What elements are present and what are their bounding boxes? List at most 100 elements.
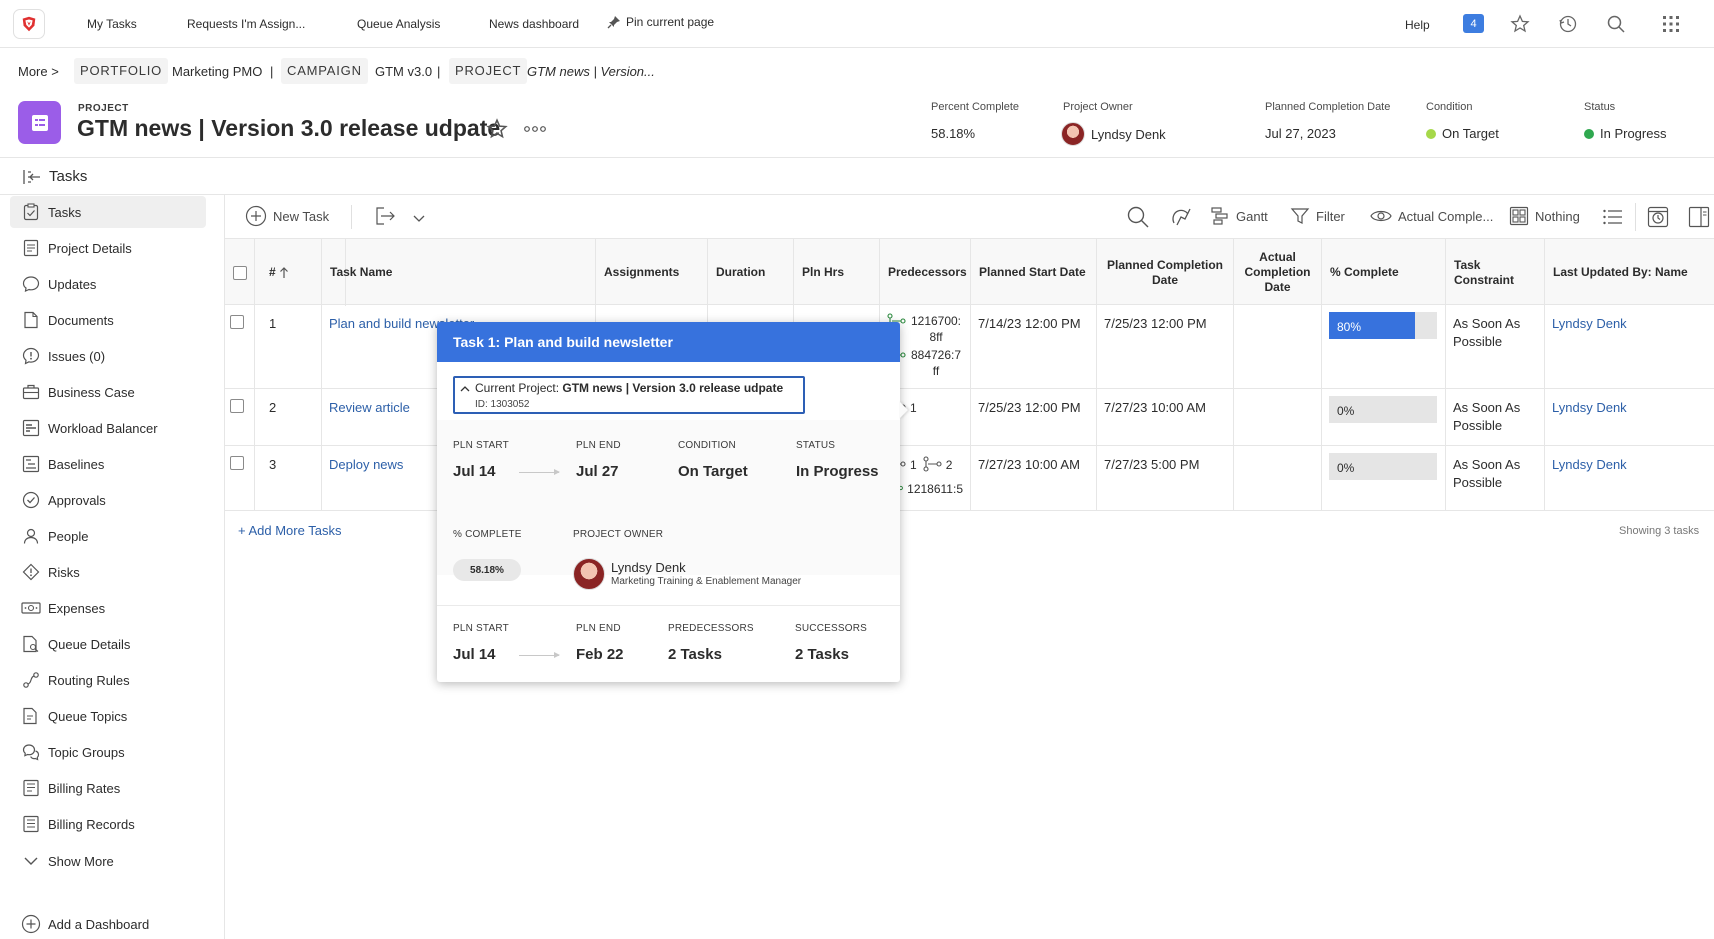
breadcrumb-more[interactable]: More > — [18, 64, 59, 79]
sidebar-item-workload-balancer[interactable]: Workload Balancer — [10, 412, 206, 444]
progress-bar: 0% — [1329, 453, 1437, 480]
filter-button[interactable]: Filter — [1290, 206, 1345, 226]
search-tasks-icon[interactable] — [1126, 205, 1150, 229]
pin-current-page[interactable]: Pin current page — [607, 15, 714, 29]
export-dropdown-chevron-icon[interactable] — [413, 215, 425, 223]
add-more-tasks-link[interactable]: + Add More Tasks — [238, 523, 341, 538]
sidebar-item-tasks[interactable]: Tasks — [10, 196, 206, 228]
column-header-planned-completion[interactable]: Planned Completion Date — [1097, 239, 1234, 306]
last-updated-link[interactable]: Lyndsy Denk — [1545, 389, 1714, 445]
workload-icon — [20, 417, 42, 439]
planned-completion-label: Planned Completion Date — [1265, 101, 1391, 113]
pln-end-label: PLN END — [576, 440, 621, 451]
export-button[interactable] — [375, 206, 397, 226]
more-options-icon[interactable] — [524, 124, 546, 134]
sidebar-item-project-details[interactable]: Project Details — [10, 232, 206, 264]
condition-value: On Target — [1426, 126, 1499, 141]
predecessor-item[interactable]: 2 — [923, 456, 952, 474]
column-header-last-updated[interactable]: Last Updated By: Name — [1545, 239, 1714, 306]
chevron-up-icon — [460, 386, 470, 392]
help-link[interactable]: Help — [1405, 18, 1430, 32]
nav-queue-analysis[interactable]: Queue Analysis — [357, 17, 440, 31]
pct-complete-cell[interactable]: 80% — [1322, 305, 1446, 388]
breadcrumb-project[interactable]: GTM news | Version... — [527, 64, 655, 79]
nav-news-dashboard[interactable]: News dashboard — [489, 17, 579, 31]
row-checkbox[interactable] — [230, 399, 244, 413]
hover-card-pointer — [899, 401, 908, 419]
dependency-icon — [923, 456, 942, 472]
sidebar-item-billing-rates[interactable]: Billing Rates — [10, 772, 206, 804]
collapse-panel-icon[interactable] — [23, 169, 41, 185]
last-updated-link[interactable]: Lyndsy Denk — [1545, 446, 1714, 510]
sidebar-item-baselines[interactable]: Baselines — [10, 448, 206, 480]
status-value: In Progress — [1584, 126, 1666, 141]
list-view-icon[interactable] — [1602, 207, 1624, 227]
app-logo[interactable] — [13, 9, 45, 39]
history-icon[interactable] — [1558, 14, 1578, 34]
sidebar-item-billing-records[interactable]: Billing Records — [10, 808, 206, 840]
percent-complete-value: 58.18% — [931, 126, 976, 141]
condition-dot — [1426, 128, 1436, 139]
gantt-button[interactable]: Gantt — [1210, 206, 1268, 226]
last-updated-link[interactable]: Lyndsy Denk — [1545, 305, 1714, 388]
nav-my-tasks[interactable]: My Tasks — [87, 17, 137, 31]
sidebar-item-updates[interactable]: Updates — [10, 268, 206, 300]
sidebar-item-expenses[interactable]: Expenses — [10, 592, 206, 624]
project-owner-value[interactable]: Lyndsy Denk — [1061, 122, 1166, 146]
column-header-pct-complete[interactable]: % Complete — [1322, 239, 1446, 306]
notification-badge[interactable]: 4 — [1463, 14, 1484, 33]
column-header-pln-hrs[interactable]: Pln Hrs — [794, 239, 880, 306]
row-checkbox[interactable] — [230, 315, 244, 329]
sidebar-item-topic-groups[interactable]: Topic Groups — [10, 736, 206, 768]
toolbar-divider — [1635, 203, 1636, 231]
sidebar-item-issues[interactable]: Issues (0) — [10, 340, 206, 372]
tasks-icon — [20, 201, 42, 223]
arrow-right-icon — [519, 652, 560, 658]
project-type-label: PROJECT — [78, 103, 129, 114]
star-icon[interactable] — [1510, 14, 1530, 34]
sidebar-item-documents[interactable]: Documents — [10, 304, 206, 336]
column-header-predecessors[interactable]: Predecessors — [880, 239, 971, 306]
sidebar-item-business-case[interactable]: Business Case — [10, 376, 206, 408]
sidebar-item-approvals[interactable]: Approvals — [10, 484, 206, 516]
group-by-selector[interactable]: Nothing — [1509, 206, 1580, 226]
favorite-star-icon[interactable] — [486, 118, 508, 140]
select-all-checkbox[interactable] — [232, 265, 247, 280]
side-panel-icon[interactable] — [1688, 206, 1710, 228]
column-header-task-name[interactable]: Task Name — [322, 239, 596, 306]
owner-name[interactable]: Lyndsy Denk — [611, 560, 686, 575]
column-header-assignments[interactable]: Assignments — [596, 239, 708, 306]
pct-complete-cell[interactable]: 0% — [1322, 446, 1446, 510]
breadcrumb-campaign[interactable]: GTM v3.0 — [375, 64, 432, 79]
timeline-icon[interactable] — [1647, 206, 1669, 228]
apps-grid-icon[interactable] — [1662, 15, 1680, 33]
pct-complete-cell[interactable]: 0% — [1322, 389, 1446, 445]
column-header-task-constraint[interactable]: Task Constraint — [1446, 239, 1545, 306]
row-checkbox[interactable] — [230, 456, 244, 470]
issue-icon — [20, 345, 42, 367]
successors-value[interactable]: 2 Tasks — [795, 646, 849, 663]
new-task-button[interactable]: New Task — [245, 205, 329, 227]
row-number: 1 — [255, 305, 322, 388]
grouping-icon — [1509, 206, 1529, 226]
nav-requests[interactable]: Requests I'm Assign... — [187, 17, 305, 31]
breadcrumb-portfolio-tag: PORTFOLIO — [74, 58, 169, 84]
column-header-actual-completion[interactable]: Actual Completion Date — [1234, 239, 1322, 306]
sidebar-show-more[interactable]: Show More — [10, 845, 206, 877]
view-selector[interactable]: Actual Comple... — [1370, 206, 1493, 226]
planned-start-cell: 7/27/23 10:00 AM — [971, 446, 1097, 510]
sidebar-item-routing-rules[interactable]: Routing Rules — [10, 664, 206, 696]
breadcrumb-portfolio[interactable]: Marketing PMO — [172, 64, 262, 79]
sidebar-item-queue-topics[interactable]: Queue Topics — [10, 700, 206, 732]
current-project-selector[interactable]: Current Project: GTM news | Version 3.0 … — [453, 376, 805, 414]
column-header-duration[interactable]: Duration — [708, 239, 794, 306]
search-icon[interactable] — [1606, 14, 1626, 34]
assistant-icon[interactable] — [1169, 205, 1193, 229]
status-value: In Progress — [796, 463, 879, 480]
sidebar-item-queue-details[interactable]: Queue Details — [10, 628, 206, 660]
sidebar-item-people[interactable]: People — [10, 520, 206, 552]
predecessors-value[interactable]: 2 Tasks — [668, 646, 722, 663]
sidebar-item-risks[interactable]: Risks — [10, 556, 206, 588]
add-dashboard-button[interactable]: Add a Dashboard — [14, 908, 210, 939]
column-header-planned-start[interactable]: Planned Start Date — [971, 239, 1097, 306]
